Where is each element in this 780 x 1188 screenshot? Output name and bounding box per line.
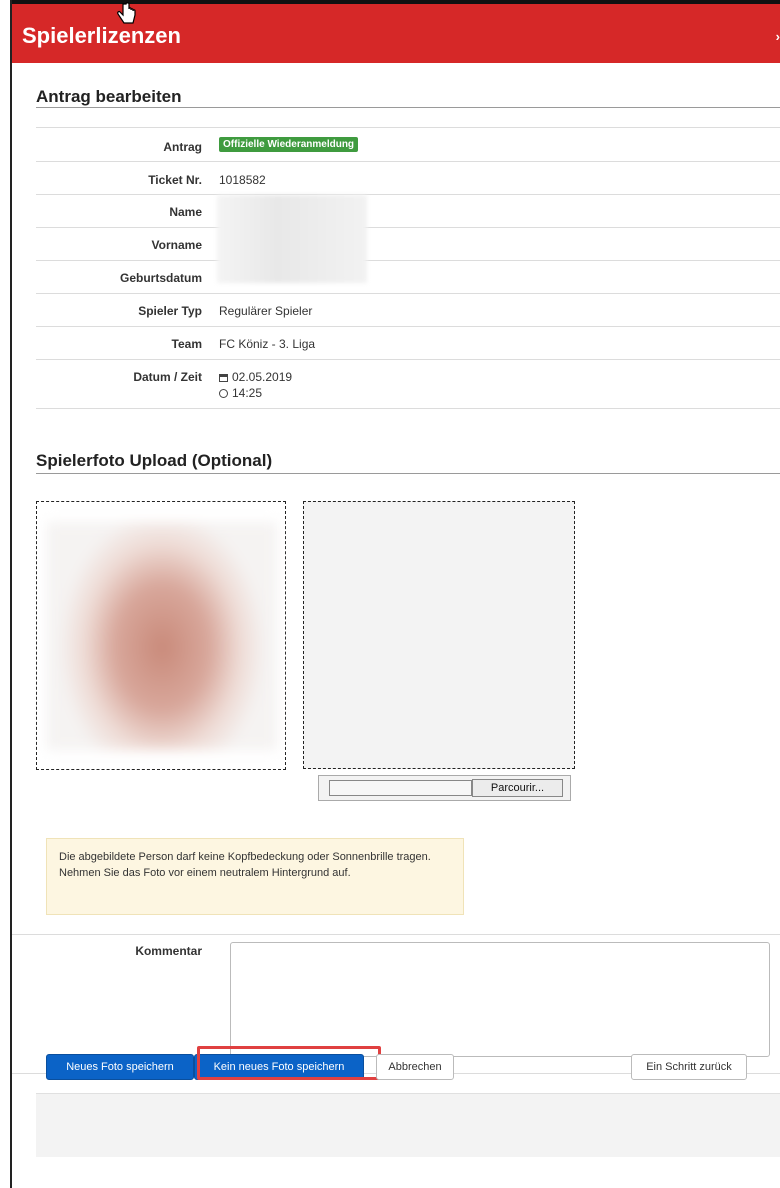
- section-title-edit: Antrag bearbeiten: [36, 87, 182, 106]
- row-divider: [36, 408, 780, 409]
- comment-label: Kommentar: [135, 944, 202, 958]
- chevron-right-icon[interactable]: ›: [776, 29, 780, 44]
- player-type: Regulärer Spieler: [219, 304, 313, 318]
- time-value: 14:25: [219, 386, 262, 400]
- clock-icon: [219, 389, 228, 398]
- detail-label: Name: [169, 205, 202, 219]
- row-divider: [36, 293, 780, 294]
- row-divider: [36, 359, 780, 360]
- detail-label: Geburtsdatum: [119, 271, 202, 285]
- section-title-photo: Spielerfoto Upload (Optional): [36, 451, 273, 470]
- back-button[interactable]: Ein Schritt zurück: [631, 1054, 747, 1080]
- file-upload-input[interactable]: Parcourir...: [318, 775, 571, 801]
- app-title: Spielerlizenzen: [22, 23, 181, 48]
- file-path-field[interactable]: [329, 780, 472, 796]
- cancel-button[interactable]: Abbrechen: [376, 1054, 454, 1080]
- row-divider: [36, 227, 780, 228]
- photo-notice: Die abgebildete Person darf keine Kopfbe…: [46, 838, 464, 915]
- form-actions: [36, 1093, 780, 1157]
- detail-label: Team: [171, 337, 202, 351]
- save-new-photo-button[interactable]: Neues Foto speichern: [46, 1054, 194, 1080]
- highlight-frame: [197, 1046, 381, 1080]
- date-value: 02.05.2019: [219, 370, 292, 384]
- new-photo-dropzone[interactable]: [303, 501, 575, 769]
- detail-label: Datum / Zeit: [133, 370, 202, 384]
- current-photo-frame: [36, 501, 286, 770]
- section-divider: [36, 107, 780, 108]
- hand-cursor-icon: [117, 2, 136, 24]
- redacted-personal-data: [217, 195, 367, 283]
- app-frame: Spielerlizenzen › Antrag bearbeiten Antr…: [10, 0, 780, 1188]
- section-divider: [36, 473, 780, 474]
- browse-button[interactable]: Parcourir...: [472, 779, 563, 797]
- comment-textarea[interactable]: [230, 942, 770, 1057]
- ticket-number: 1018582: [219, 173, 266, 187]
- detail-label: Ticket Nr.: [148, 173, 202, 187]
- calendar-icon: [219, 374, 228, 382]
- row-divider: [36, 260, 780, 261]
- section-divider: [12, 934, 780, 935]
- row-divider: [36, 127, 780, 128]
- detail-label: Vorname: [151, 238, 202, 252]
- row-divider: [36, 161, 780, 162]
- player-photo: [47, 522, 277, 750]
- row-divider: [36, 194, 780, 195]
- detail-label: Spieler Typ: [138, 304, 202, 318]
- detail-label: Antrag: [163, 140, 202, 154]
- row-divider: [36, 326, 780, 327]
- team-name: FC Köniz - 3. Liga: [219, 337, 316, 351]
- status-badge: Offizielle Wiederanmeldung: [219, 137, 359, 152]
